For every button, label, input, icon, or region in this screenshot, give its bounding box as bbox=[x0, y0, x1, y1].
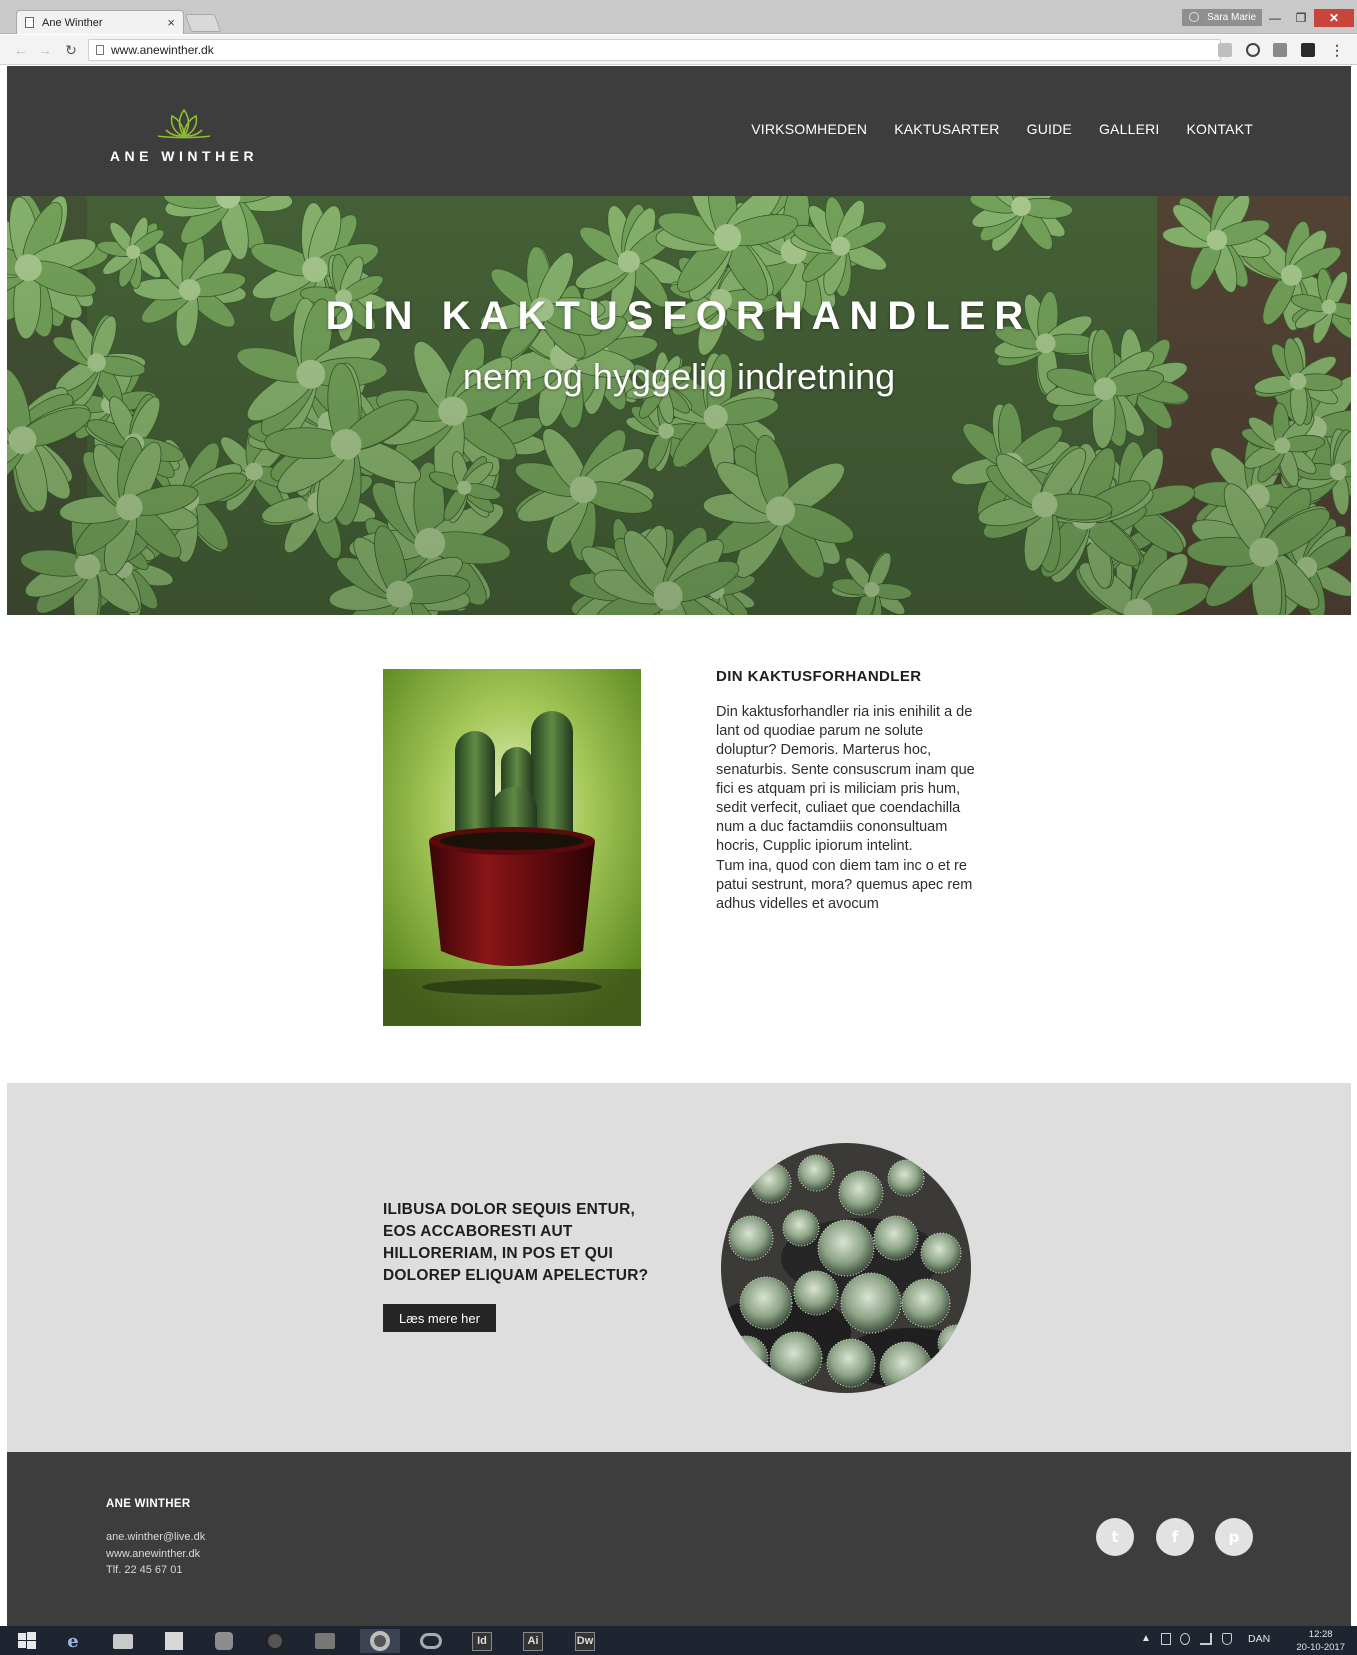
site-header: ANE WINTHER VIRKSOMHEDEN KAKTUSARTER GUI… bbox=[7, 66, 1351, 196]
minimize-button[interactable]: — bbox=[1262, 9, 1288, 27]
address-bar[interactable]: www.anewinther.dk bbox=[88, 39, 1221, 61]
site-footer: ANE WINTHER ane.winther@live.dk www.anew… bbox=[7, 1452, 1351, 1626]
file-explorer-icon[interactable] bbox=[108, 1629, 138, 1653]
read-more-button[interactable]: Læs mere her bbox=[383, 1304, 496, 1332]
translate-icon[interactable] bbox=[1218, 43, 1232, 57]
profile-button[interactable]: Sara Marie bbox=[1182, 9, 1262, 26]
url-text: www.anewinther.dk bbox=[111, 43, 214, 57]
tab-close-icon[interactable]: × bbox=[167, 15, 175, 30]
extension-box-icon[interactable] bbox=[1273, 43, 1287, 57]
new-tab-button[interactable] bbox=[184, 14, 222, 32]
pdf-extension-icon[interactable] bbox=[1301, 43, 1315, 57]
footer-brand: ANE WINTHER bbox=[106, 1498, 191, 1510]
nav-item-kaktusarter[interactable]: KAKTUSARTER bbox=[894, 121, 999, 137]
logo-text: ANE WINTHER bbox=[109, 148, 259, 164]
network-icon[interactable] bbox=[1200, 1633, 1212, 1645]
page-icon bbox=[25, 17, 34, 28]
creative-cloud-icon[interactable] bbox=[416, 1629, 446, 1653]
succulent-hero-image bbox=[7, 196, 1351, 615]
tray-expand-icon[interactable]: ▲ bbox=[1141, 1633, 1151, 1644]
language-indicator[interactable]: DAN bbox=[1248, 1633, 1270, 1645]
battery-icon[interactable] bbox=[1161, 1633, 1171, 1645]
person-icon bbox=[1189, 12, 1199, 22]
clock-time: 12:28 bbox=[1308, 1629, 1333, 1640]
store-icon[interactable] bbox=[159, 1629, 189, 1653]
security-shield-icon[interactable] bbox=[1222, 1633, 1232, 1645]
maximize-button[interactable]: ❐ bbox=[1288, 9, 1314, 27]
internet-explorer-icon[interactable]: e bbox=[58, 1629, 88, 1653]
dreamweaver-icon[interactable]: Dw bbox=[570, 1629, 600, 1653]
footer-contact: ane.winther@live.dk www.anewinther.dk Tl… bbox=[106, 1529, 205, 1579]
tab-title: Ane Winther bbox=[42, 16, 103, 29]
facebook-icon[interactable]: f bbox=[1156, 1518, 1194, 1556]
menu-icon[interactable]: ⋮ bbox=[1328, 41, 1346, 59]
chrome-icon[interactable] bbox=[360, 1629, 400, 1653]
footer-phone: Tlf. 22 45 67 01 bbox=[106, 1564, 183, 1576]
clock[interactable]: 12:28 20-10-2017 bbox=[1296, 1628, 1345, 1654]
lotus-icon bbox=[157, 108, 211, 139]
volume-icon[interactable] bbox=[1180, 1633, 1190, 1645]
footer-website[interactable]: www.anewinther.dk bbox=[106, 1546, 205, 1563]
scanner-icon[interactable] bbox=[310, 1629, 340, 1653]
intro-paragraph-1: Din kaktusforhandler ria inis enihilit a… bbox=[716, 704, 975, 855]
indesign-icon[interactable]: Id bbox=[467, 1629, 497, 1653]
intro-section: DIN KAKTUSFORHANDLER Din kaktusforhandle… bbox=[7, 615, 1351, 1083]
intro-body: Din kaktusforhandler ria inis enihilit a… bbox=[716, 703, 976, 914]
clock-date: 20-10-2017 bbox=[1296, 1642, 1345, 1653]
hero-subtitle: nem og hyggelig indretning bbox=[462, 356, 896, 397]
intro-paragraph-2: Tum ina, quod con diem tam inc o et re p… bbox=[716, 857, 973, 913]
intro-heading: DIN KAKTUSFORHANDLER bbox=[716, 668, 922, 685]
logo[interactable]: ANE WINTHER bbox=[104, 106, 264, 166]
feature-section: ILIBUSA DOLOR SEQUIS ENTUR, EOS ACCABORE… bbox=[7, 1083, 1351, 1452]
pinterest-icon[interactable]: p bbox=[1215, 1518, 1253, 1556]
footer-email[interactable]: ane.winther@live.dk bbox=[106, 1529, 205, 1546]
close-window-button[interactable]: ✕ bbox=[1314, 9, 1354, 27]
nav-item-kontakt[interactable]: KONTAKT bbox=[1187, 121, 1253, 137]
windows-start-icon[interactable] bbox=[12, 1629, 42, 1653]
reload-icon[interactable]: ↻ bbox=[62, 41, 80, 59]
potted-cactus-image bbox=[383, 669, 641, 1026]
nav-item-galleri[interactable]: GALLERI bbox=[1099, 121, 1160, 137]
feature-heading: ILIBUSA DOLOR SEQUIS ENTUR, EOS ACCABORE… bbox=[383, 1201, 649, 1284]
page-icon bbox=[96, 45, 104, 55]
extension-circle-icon[interactable] bbox=[1246, 43, 1260, 57]
forward-icon[interactable]: → bbox=[36, 41, 54, 59]
main-nav: VIRKSOMHEDEN KAKTUSARTER GUIDE GALLERI K… bbox=[751, 121, 1253, 137]
nav-item-virksomheden[interactable]: VIRKSOMHEDEN bbox=[751, 121, 867, 137]
profile-name: Sara Marie bbox=[1207, 12, 1256, 23]
browser-tab[interactable]: Ane Winther × bbox=[16, 10, 184, 34]
back-icon[interactable]: ← bbox=[12, 41, 30, 59]
tab-strip: Ane Winther × Sara Marie — ❐ ✕ bbox=[0, 0, 1357, 34]
media-player-icon[interactable] bbox=[260, 1629, 290, 1653]
nav-item-guide[interactable]: GUIDE bbox=[1027, 121, 1072, 137]
cactus-circle-image bbox=[721, 1143, 971, 1393]
twitter-icon[interactable]: t bbox=[1096, 1518, 1134, 1556]
windows-taskbar: e Id Ai Dw ▲ DAN 12:28 20-10-2017 bbox=[0, 1626, 1357, 1655]
camera-app-icon[interactable] bbox=[209, 1629, 239, 1653]
browser-toolbar: ← → ↻ www.anewinther.dk ⋮ bbox=[0, 35, 1357, 65]
hero-title: DIN KAKTUSFORHANDLER bbox=[325, 294, 1033, 338]
hero-banner: DIN KAKTUSFORHANDLER nem og hyggelig ind… bbox=[7, 196, 1351, 615]
browser-window: Ane Winther × Sara Marie — ❐ ✕ ← → ↻ www… bbox=[0, 0, 1357, 1655]
illustrator-icon[interactable]: Ai bbox=[518, 1629, 548, 1653]
